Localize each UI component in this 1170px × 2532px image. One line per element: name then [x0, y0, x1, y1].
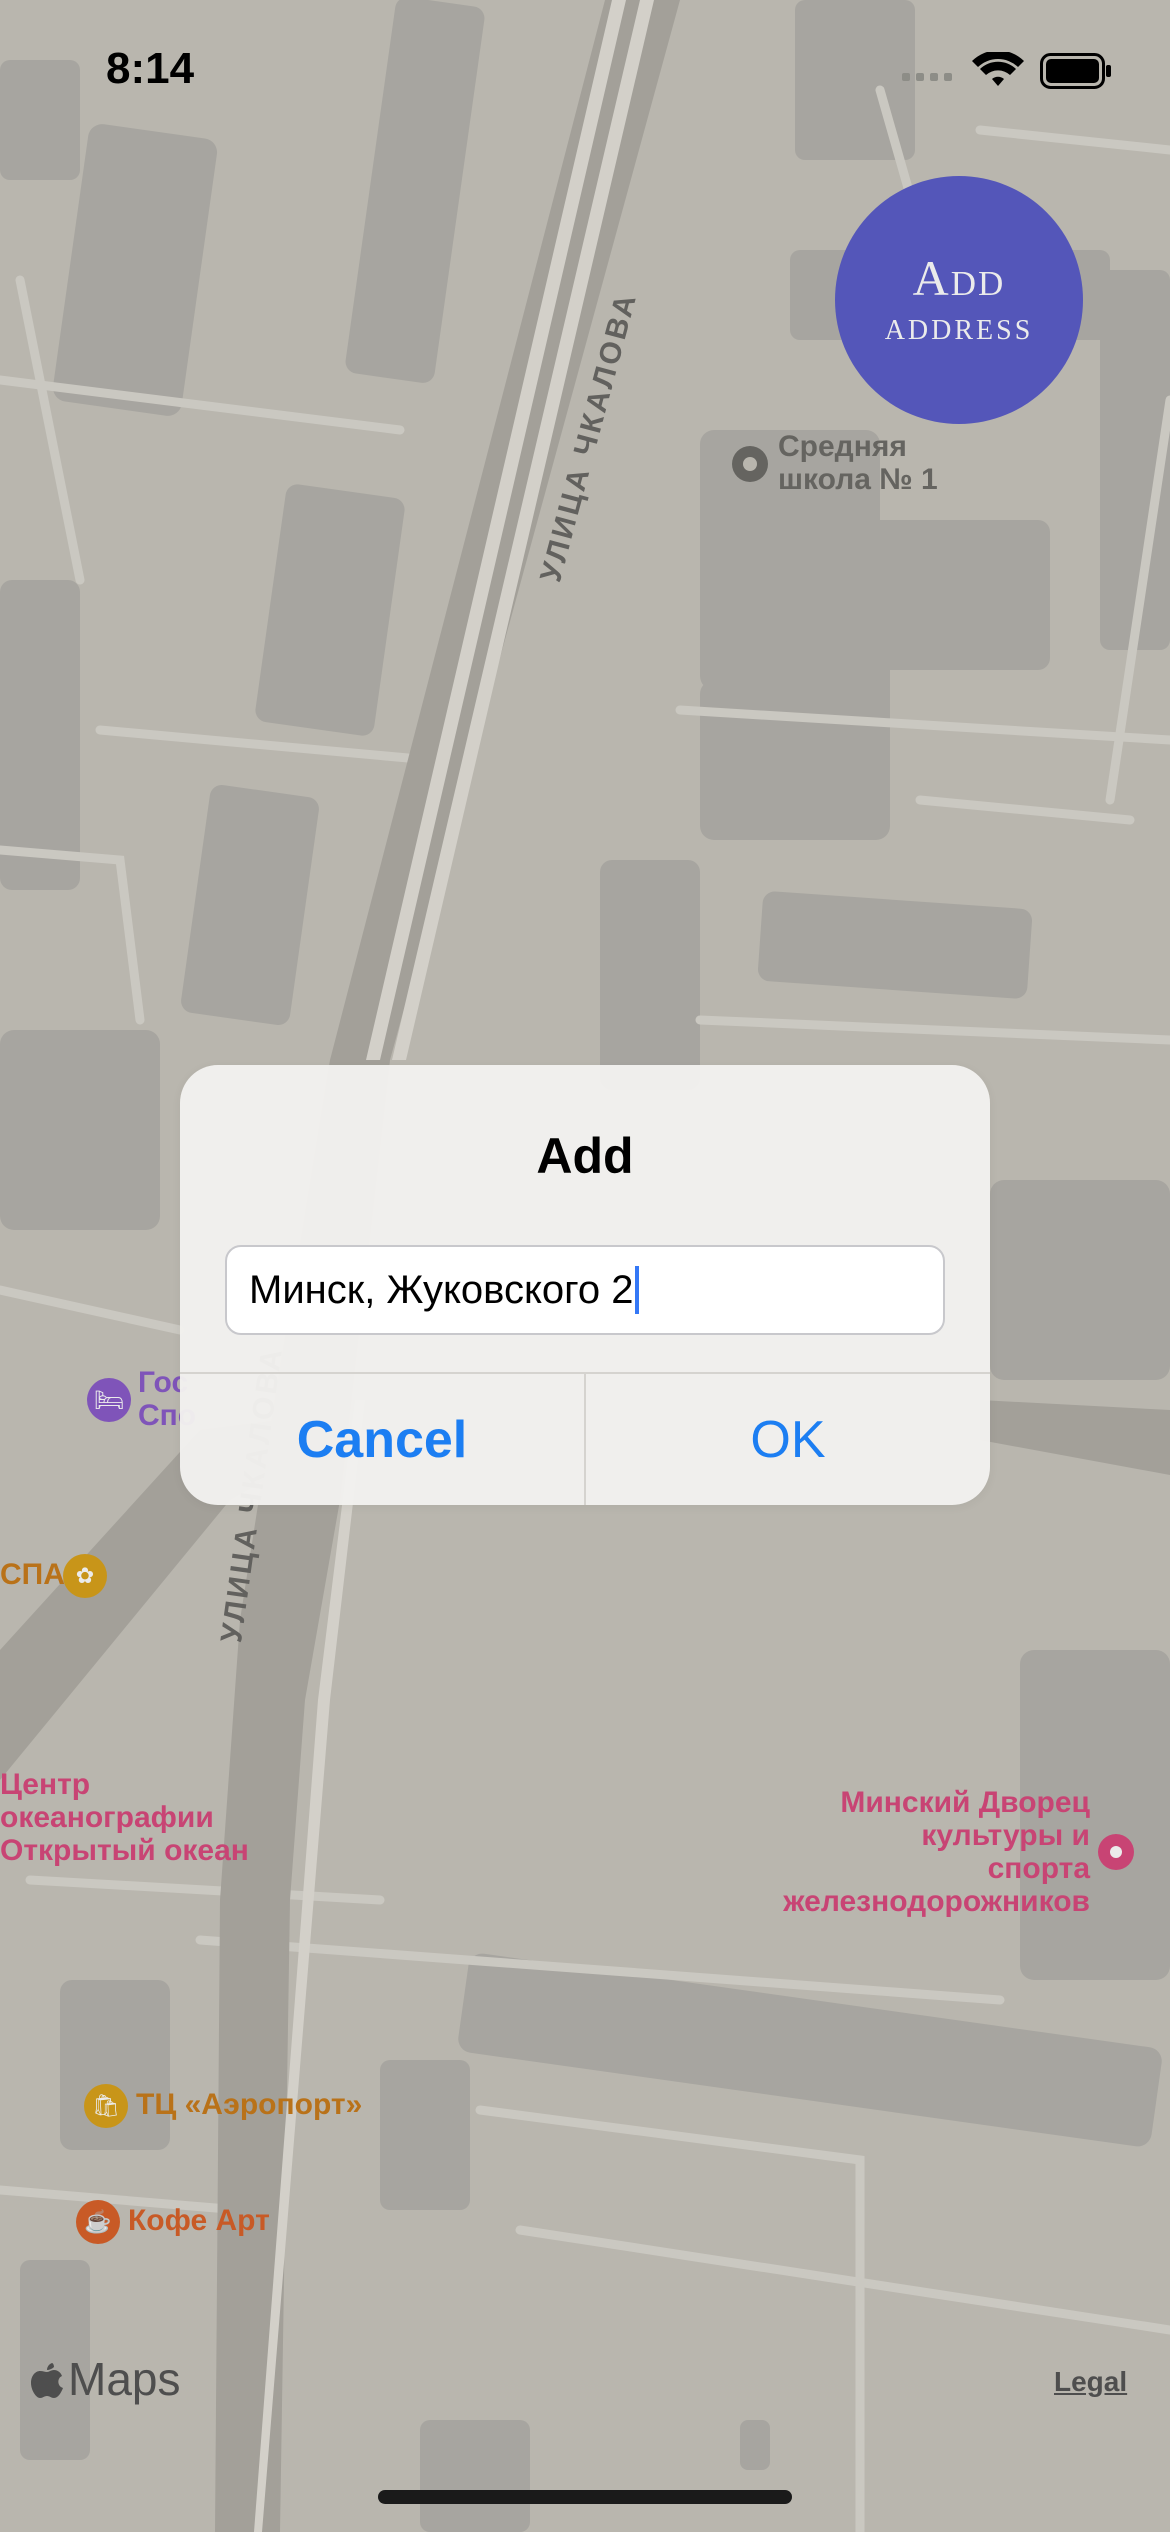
ok-button[interactable]: OK: [586, 1374, 990, 1505]
home-indicator[interactable]: [378, 2490, 792, 2504]
address-input-value: Минск, Жуковского 2: [249, 1267, 634, 1312]
alert-title: Add: [536, 1128, 634, 1184]
text-caret: [635, 1266, 640, 1314]
cancel-button[interactable]: Cancel: [180, 1374, 584, 1505]
address-input[interactable]: Минск, Жуковского 2: [225, 1245, 945, 1335]
add-address-alert: Add Минск, Жуковского 2 Cancel OK: [180, 1065, 990, 1505]
